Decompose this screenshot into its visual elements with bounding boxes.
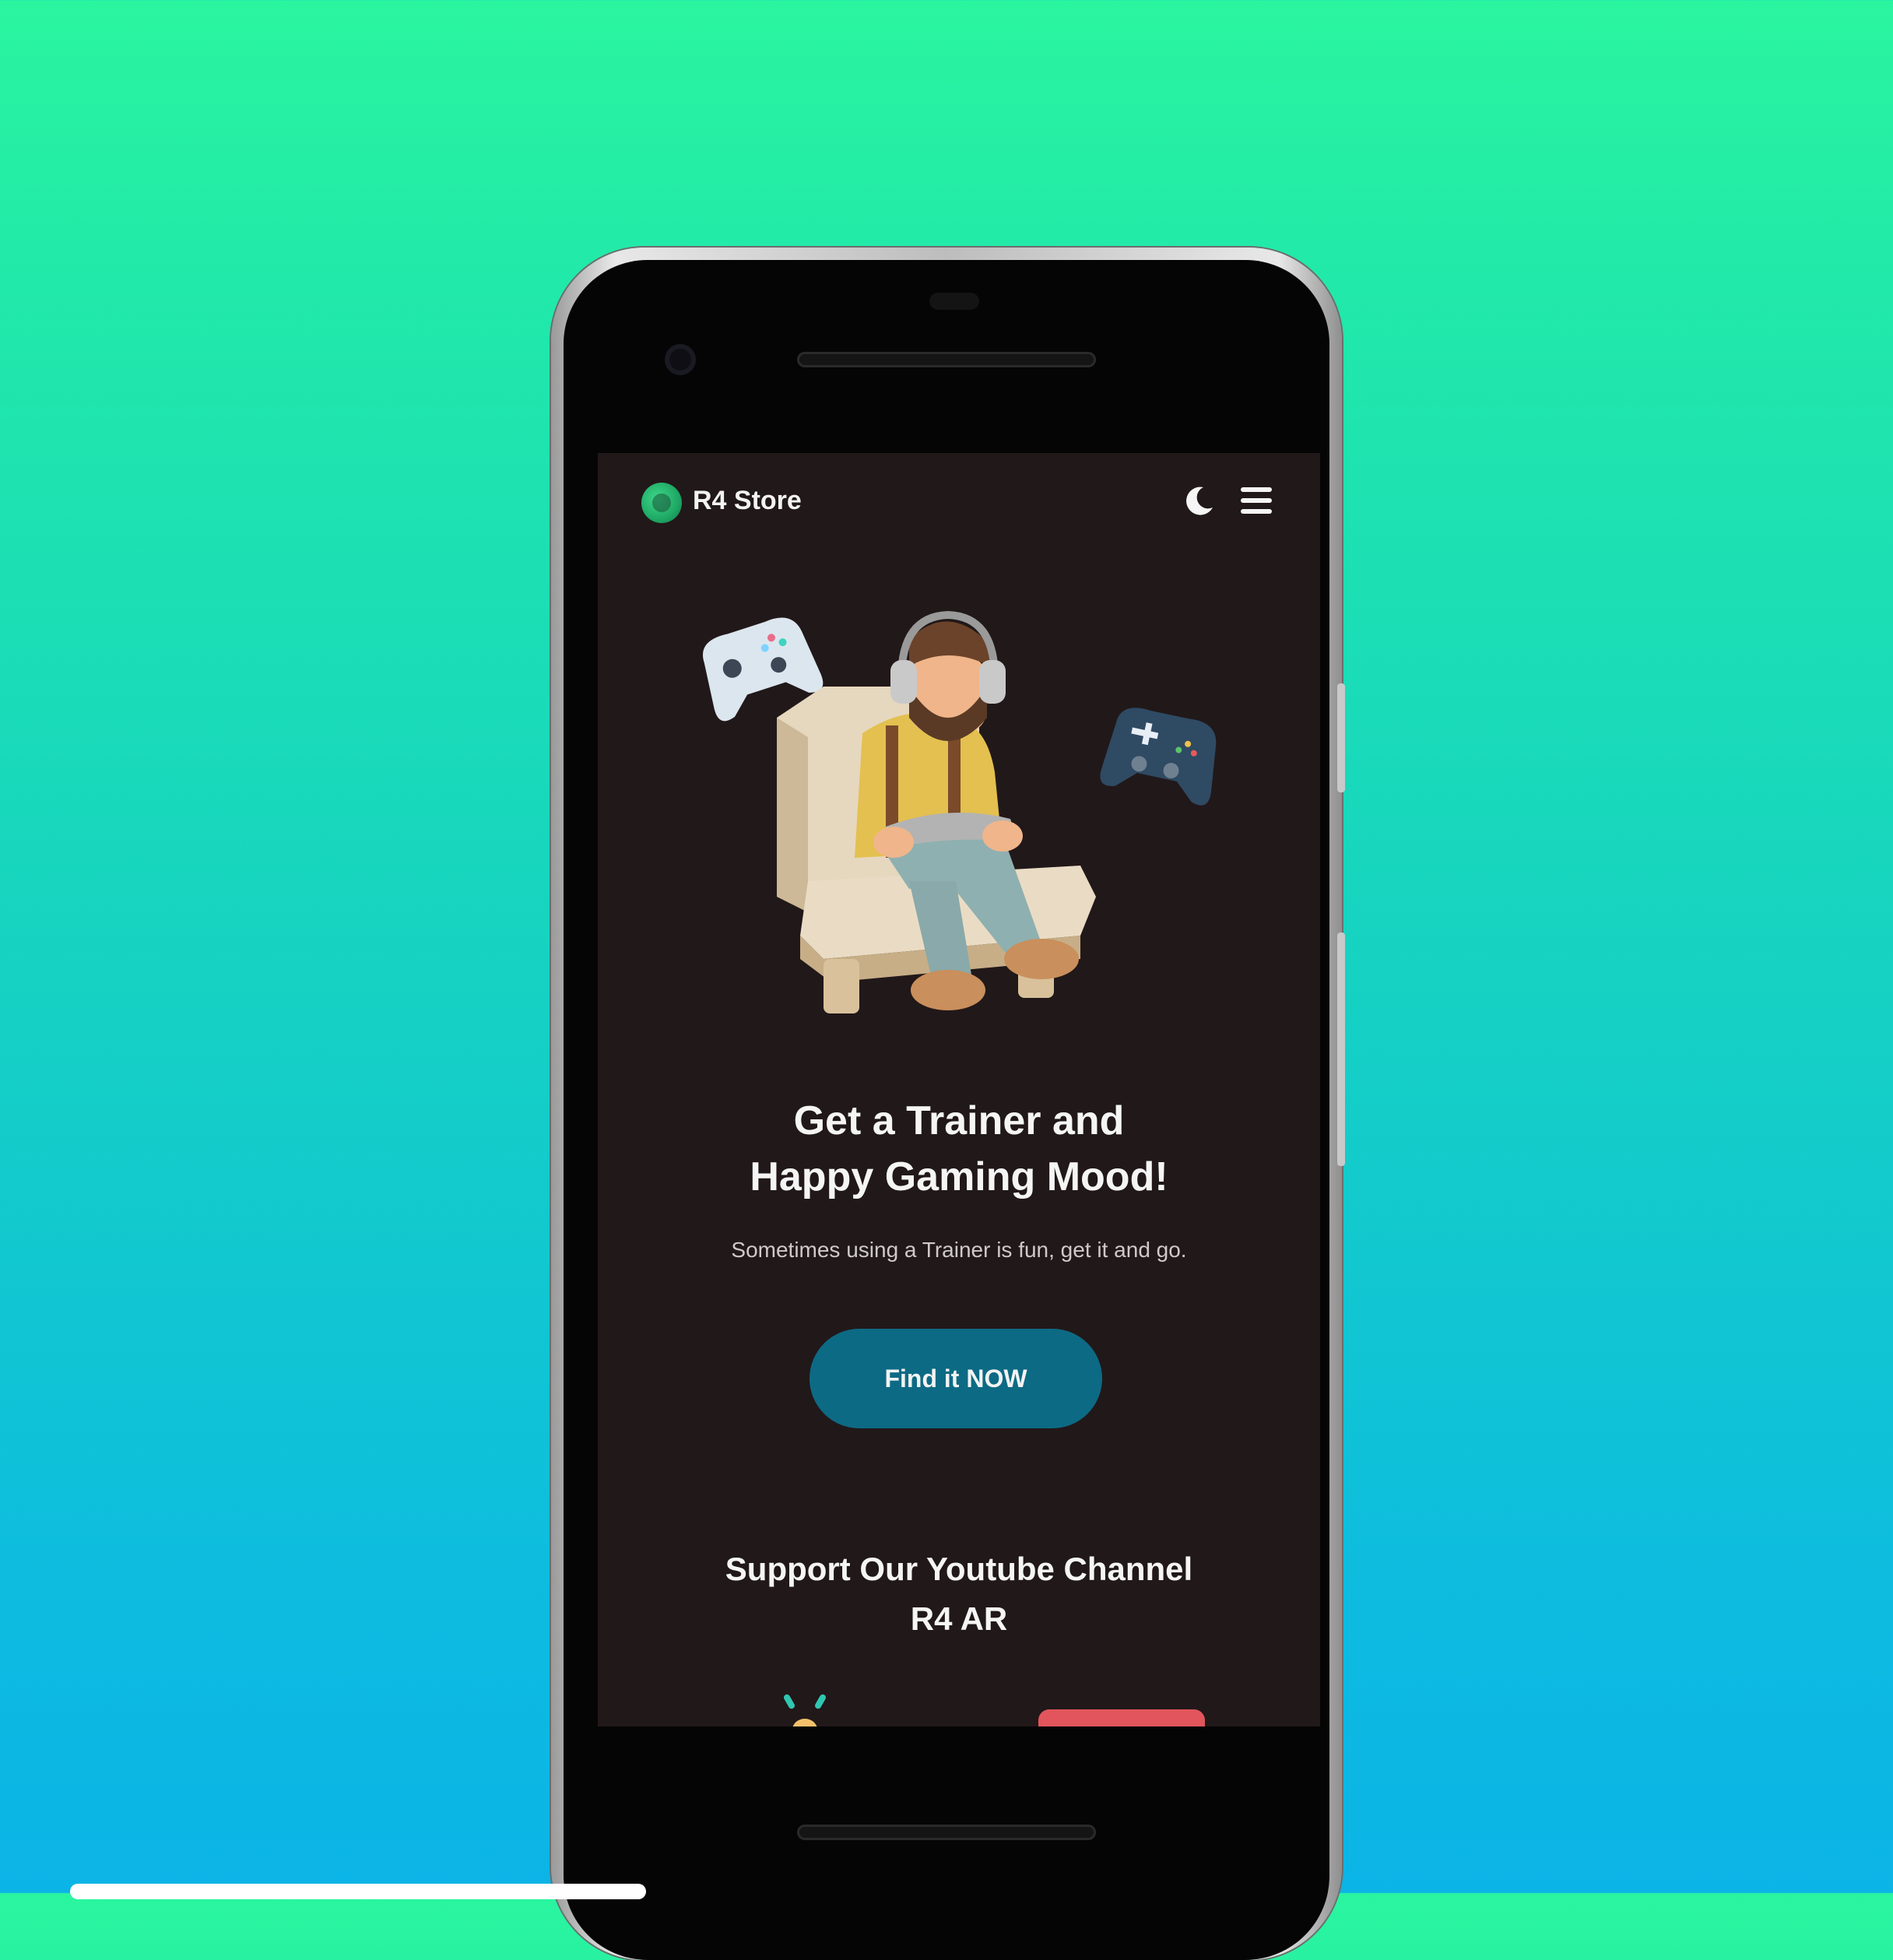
hero-subtitle: Sometimes using a Trainer is fun, get it… — [731, 1238, 1187, 1262]
brand-name[interactable]: R4 Store — [693, 486, 802, 516]
hero-title-line1: Get a Trainer and — [793, 1098, 1125, 1143]
volume-button — [1337, 683, 1345, 792]
controller-right-icon — [1100, 708, 1217, 806]
sparkle-illustration — [784, 1694, 826, 1726]
hamburger-menu-icon[interactable] — [1241, 487, 1272, 515]
earpiece — [929, 293, 979, 310]
app-screen: R4 Store Get a Trainer and Happy Gaming … — [598, 453, 1320, 1726]
support-line2: R4 AR — [910, 1600, 1008, 1637]
navbar: R4 Store — [598, 453, 1320, 554]
moon-icon[interactable] — [1182, 484, 1216, 518]
bottom-speaker — [797, 1825, 1096, 1840]
red-card-peek — [1038, 1709, 1205, 1726]
hero-illustration — [703, 610, 1217, 1013]
phone-frame: R4 Store Get a Trainer and Happy Gaming … — [551, 248, 1345, 1960]
phone-body: R4 Store Get a Trainer and Happy Gaming … — [564, 260, 1329, 1960]
bottom-white-bar — [70, 1884, 646, 1899]
support-heading: Support Our Youtube Channel R4 AR — [598, 1544, 1320, 1644]
support-line1: Support Our Youtube Channel — [725, 1551, 1193, 1587]
power-button — [1337, 933, 1345, 1166]
front-camera — [665, 344, 696, 375]
find-it-now-button[interactable]: Find it NOW — [810, 1329, 1102, 1428]
top-speaker — [797, 352, 1096, 367]
hero-title: Get a Trainer and Happy Gaming Mood! — [598, 1093, 1320, 1205]
hero-title-line2: Happy Gaming Mood! — [750, 1154, 1168, 1200]
logo-icon[interactable] — [641, 483, 682, 523]
